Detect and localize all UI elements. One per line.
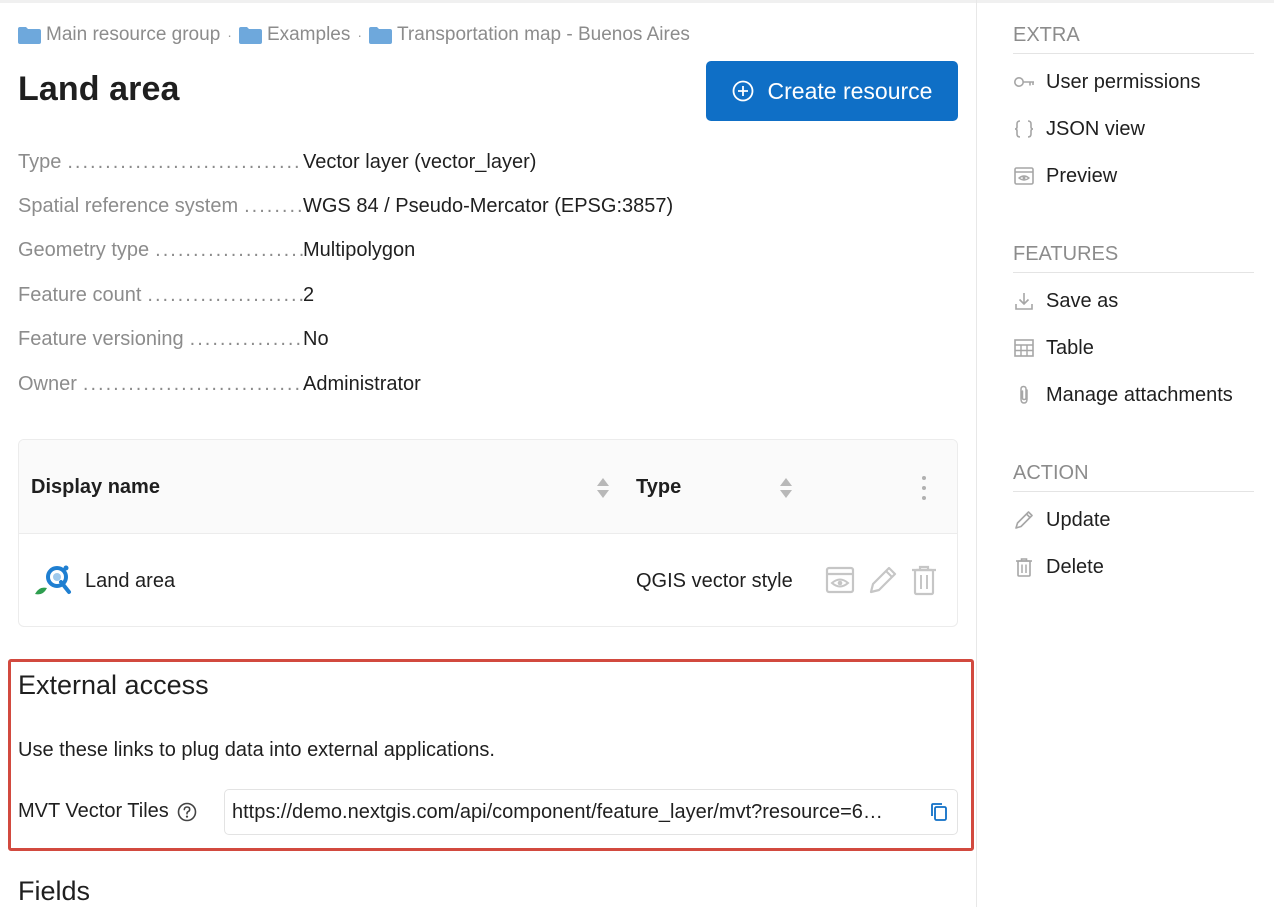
external-access-title: External access [18, 670, 209, 700]
pencil-icon [1015, 511, 1033, 529]
folder-icon [18, 26, 41, 44]
leader-dots: ........................................… [147, 284, 303, 306]
property-value: Administrator [303, 373, 421, 395]
trash-icon [1016, 558, 1032, 577]
leader-dots: ........................................… [82, 373, 303, 395]
leader-dots: ........................................… [244, 195, 303, 217]
copy-icon[interactable] [930, 802, 948, 822]
sidebar-item-user-permissions[interactable]: User permissions [1013, 68, 1254, 96]
property-value: WGS 84 / Pseudo-Mercator (EPSG:3857) [303, 195, 674, 217]
fields-section-title: Fields [18, 876, 91, 906]
mvt-vector-tiles-label: MVT Vector Tiles [18, 800, 197, 823]
property-label: Geometry type [18, 239, 150, 261]
sidebar-item-delete[interactable]: Delete [1013, 553, 1254, 581]
children-table: Display name Type Land area QGIS vector … [18, 439, 958, 627]
leader-dots: ........................................… [155, 239, 303, 261]
property-row-geometry-type: Geometry type...........................… [18, 230, 958, 262]
table-header: Display name Type [19, 440, 957, 534]
sidebar-item-save-as[interactable]: Save as [1013, 287, 1254, 315]
sort-icon[interactable] [779, 476, 793, 500]
sort-icon[interactable] [596, 476, 610, 500]
qgis-style-icon [35, 565, 71, 595]
row-type: QGIS vector style [636, 570, 793, 592]
property-value: No [303, 328, 329, 350]
breadcrumb-label: Examples [266, 24, 351, 45]
preview-icon[interactable] [825, 564, 855, 596]
table-row: Land area QGIS vector style [19, 534, 957, 626]
sidebar-item-manage-attachments[interactable]: Manage attachments [1013, 381, 1254, 409]
mvt-url-field[interactable]: https://demo.nextgis.com/api/component/f… [224, 789, 958, 835]
braces-icon [1014, 120, 1034, 138]
breadcrumb-label: Transportation map - Buenos Aires [397, 24, 690, 45]
breadcrumb-label: Main resource group [46, 24, 221, 45]
property-label: Owner [18, 373, 77, 395]
column-header-display-name[interactable]: Display name [31, 476, 160, 499]
row-display-name-link[interactable]: Land area [85, 570, 175, 593]
property-row-srs: Spatial reference system................… [18, 186, 958, 218]
breadcrumb-item-main-resource-group[interactable]: Main resource group [18, 24, 220, 46]
sidebar-section-title-extra: EXTRA [1013, 24, 1254, 54]
property-label: Spatial reference system [18, 195, 239, 217]
property-row-feature-versioning: Feature versioning......................… [18, 319, 958, 351]
trash-icon[interactable] [909, 564, 939, 596]
create-resource-button[interactable]: Create resource [706, 61, 958, 121]
main-content: Main resource group · Examples · Transpo… [0, 0, 977, 907]
create-resource-label: Create resource [767, 77, 933, 104]
sidebar-item-preview[interactable]: Preview [1013, 162, 1254, 190]
breadcrumb-separator: · [357, 27, 363, 43]
property-row-owner: Owner...................................… [18, 364, 958, 396]
sidebar-item-table[interactable]: Table [1013, 334, 1254, 362]
property-label: Feature count [18, 284, 142, 306]
table-icon [1014, 339, 1034, 357]
folder-icon [369, 26, 393, 44]
page-title: Land area [18, 70, 180, 108]
paperclip-icon [1020, 385, 1028, 404]
property-value: 2 [303, 284, 315, 306]
plus-circle-icon [732, 80, 753, 102]
breadcrumb: Main resource group · Examples · Transpo… [18, 23, 690, 47]
sidebar-section-title-features: FEATURES [1013, 243, 1254, 273]
sidebar-item-json-view[interactable]: JSON view [1013, 115, 1254, 143]
sidebar-item-label: Table [1046, 336, 1094, 359]
sidebar-item-label: Update [1046, 508, 1111, 531]
property-label: Feature versioning [18, 328, 184, 350]
property-row-feature-count: Feature count...........................… [18, 275, 958, 307]
leader-dots: ........................................… [67, 151, 303, 173]
property-row-type: Type....................................… [18, 142, 958, 174]
property-value: Vector layer (vector_layer) [303, 151, 537, 173]
property-value: Multipolygon [303, 239, 416, 261]
download-icon [1015, 293, 1033, 310]
sidebar-item-label: Delete [1046, 555, 1104, 578]
preview-icon [1014, 167, 1034, 185]
breadcrumb-item-transportation-map[interactable]: Transportation map - Buenos Aires [369, 24, 690, 46]
leader-dots: ........................................… [189, 328, 303, 350]
mvt-url-text[interactable]: https://demo.nextgis.com/api/component/f… [232, 801, 926, 824]
question-circle-icon[interactable] [177, 802, 197, 822]
sidebar-item-label: Manage attachments [1046, 383, 1233, 406]
sidebar-section-title-action: ACTION [1013, 462, 1254, 492]
more-vertical-icon[interactable] [921, 474, 927, 502]
column-header-type[interactable]: Type [636, 476, 681, 499]
folder-icon [238, 26, 262, 44]
key-icon [1014, 77, 1034, 87]
breadcrumb-separator: · [227, 27, 232, 43]
sidebar-item-label: Preview [1046, 164, 1118, 187]
external-access-description: Use these links to plug data into extern… [18, 739, 495, 761]
sidebar-item-label: User permissions [1046, 70, 1201, 93]
sidebar-item-label: JSON view [1046, 117, 1145, 140]
pencil-icon[interactable] [867, 564, 897, 596]
property-label: Type [18, 151, 62, 173]
breadcrumb-item-examples[interactable]: Examples [238, 24, 351, 46]
sidebar-item-label: Save as [1046, 289, 1119, 312]
sidebar-item-update[interactable]: Update [1013, 506, 1254, 534]
mvt-label-text: MVT Vector Tiles [18, 800, 169, 822]
